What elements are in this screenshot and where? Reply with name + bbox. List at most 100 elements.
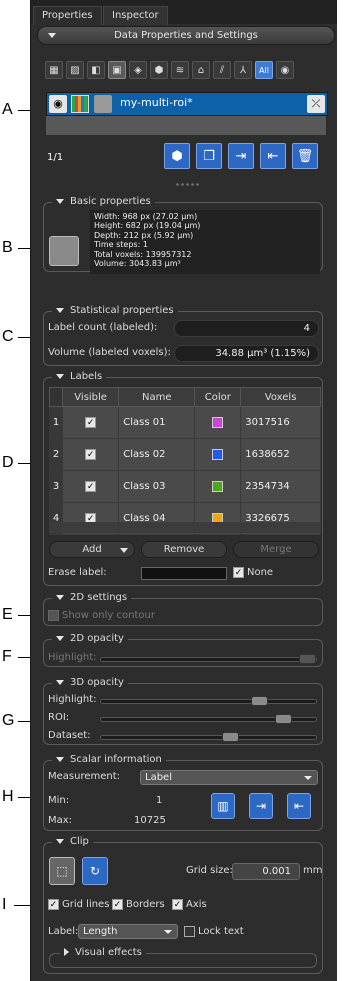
trash-icon[interactable]: 🗑 <box>292 143 318 169</box>
none-checkbox[interactable]: ✓ <box>233 567 244 578</box>
mesh-icon[interactable]: ⬢ <box>150 61 168 79</box>
measurement-dropdown[interactable]: Label <box>140 770 318 785</box>
opacity-3d-highlight-label: Highlight: <box>48 694 97 705</box>
merge-button[interactable]: Merge <box>233 541 319 558</box>
axis-checkbox[interactable]: ✓ <box>172 899 183 910</box>
opacity-3d-title[interactable]: 3D opacity <box>52 677 128 688</box>
visible-checkbox[interactable]: ✓ <box>85 448 97 460</box>
collapse-arrow-icon <box>56 307 64 313</box>
tab-inspector[interactable]: Inspector <box>103 6 168 25</box>
visual-effects-group: Visual effects <box>49 947 317 968</box>
unlink-icon[interactable]: ⤫ <box>307 95 325 113</box>
visual-effects-title[interactable]: Visual effects <box>60 947 146 958</box>
multi-roi-icon[interactable]: ▣ <box>108 61 126 79</box>
max-value: 10725 <box>134 815 166 826</box>
opacity-3d-highlight-slider[interactable] <box>100 696 317 706</box>
label-count-label: Label count (labeled): <box>48 322 158 333</box>
erase-label-field[interactable] <box>141 567 227 580</box>
visible-checkbox[interactable]: ✓ <box>85 416 97 428</box>
statistical-properties-title[interactable]: Statistical properties <box>52 305 178 316</box>
show-only-contour-option: Show only contour <box>48 610 155 621</box>
tab-properties[interactable]: Properties <box>33 6 102 25</box>
slider-knob[interactable] <box>222 732 239 742</box>
remove-button[interactable]: Remove <box>141 541 227 558</box>
borders-checkbox[interactable]: ✓ <box>112 899 123 910</box>
row-number: 3 <box>49 470 63 503</box>
table-row[interactable]: 3 ✓ Class 03 2354734 <box>49 470 321 503</box>
section-header[interactable]: Data Properties and Settings <box>37 26 335 45</box>
axis-option: ✓ Axis <box>172 899 207 910</box>
opacity-2d-highlight-slider[interactable] <box>100 654 317 664</box>
import-icon[interactable]: ⇤ <box>260 143 286 169</box>
settings-2d-title[interactable]: 2D settings <box>52 592 132 603</box>
column-header-name[interactable]: Name <box>118 387 196 407</box>
slider-knob[interactable] <box>275 714 292 724</box>
export-icon[interactable]: ⇥ <box>249 793 273 819</box>
opacity-3d-roi-slider[interactable] <box>100 714 317 724</box>
lines-icon[interactable]: ⫽ <box>213 61 231 79</box>
opacity-2d-highlight-label: Highlight: <box>48 652 97 663</box>
expand-arrow-icon <box>64 948 69 956</box>
name-cell[interactable]: Class 02 <box>118 438 196 471</box>
column-header-color[interactable]: Color <box>194 387 242 407</box>
clip-box-icon[interactable]: ⬚ <box>49 857 75 885</box>
import-icon[interactable]: ⇤ <box>287 793 311 819</box>
refresh-icon[interactable]: ↻ <box>82 857 108 885</box>
axis-label: Axis <box>186 899 207 910</box>
eye-icon[interactable]: ◉ <box>276 61 294 79</box>
visibility-eye-icon[interactable]: ◉ <box>49 95 67 113</box>
borders-option: ✓ Borders <box>112 899 165 910</box>
clip-title[interactable]: Clip <box>52 836 93 847</box>
visible-checkbox[interactable]: ✓ <box>85 480 97 492</box>
color-swatch[interactable] <box>212 416 224 428</box>
color-cell <box>194 406 242 439</box>
roi-list-empty-area[interactable] <box>46 116 326 135</box>
add-button[interactable]: Add <box>49 541 135 558</box>
label-colors-icon[interactable] <box>71 95 89 113</box>
lock-text-checkbox[interactable] <box>184 926 195 937</box>
opacity-2d-title[interactable]: 2D opacity <box>52 633 128 644</box>
callout-e: E <box>2 607 36 623</box>
table-row[interactable]: 1 ✓ Class 01 3017516 <box>49 406 321 439</box>
export-icon[interactable]: ⇥ <box>228 143 254 169</box>
callout-f: F <box>2 649 36 665</box>
callout-h: H <box>2 789 36 805</box>
opacity-3d-dataset-slider[interactable] <box>100 732 317 742</box>
filter-all-button[interactable]: All <box>255 61 273 79</box>
label-type-dropdown[interactable]: Length <box>78 924 178 939</box>
color-swatch[interactable] <box>212 480 224 492</box>
layers-icon[interactable]: ≋ <box>171 61 189 79</box>
diamond-icon[interactable]: ◈ <box>129 61 147 79</box>
table-icon[interactable]: ▦ <box>45 61 63 79</box>
show-only-contour-checkbox[interactable] <box>48 610 59 621</box>
name-cell[interactable]: Class 03 <box>118 470 196 503</box>
scalar-information-title[interactable]: Scalar information <box>52 754 166 765</box>
copy-icon[interactable]: ❐ <box>196 143 222 169</box>
name-cell[interactable]: Class 01 <box>118 406 196 439</box>
grid-size-input[interactable]: 0.001 <box>232 863 300 880</box>
graph-icon[interactable]: ⌂ <box>192 61 210 79</box>
roi-list-item[interactable]: ◉ my-multi-roi* ⤫ <box>46 92 328 116</box>
grid-lines-checkbox[interactable]: ✓ <box>48 899 59 910</box>
column-header-visible[interactable]: Visible <box>61 387 120 407</box>
column-header-voxels[interactable]: Voxels <box>240 387 321 407</box>
histogram-icon[interactable]: ▥ <box>211 793 235 819</box>
cube-icon[interactable]: ⬢ <box>164 143 190 169</box>
none-label: None <box>247 567 274 578</box>
slider-knob[interactable] <box>251 696 268 706</box>
chevron-down-icon <box>120 548 128 553</box>
lock-text-label: Lock text <box>198 926 244 937</box>
labels-title[interactable]: Labels <box>52 371 107 382</box>
no-data-icon[interactable]: ▨ <box>66 61 84 79</box>
table-corner <box>49 387 63 407</box>
slider-knob[interactable] <box>299 654 316 664</box>
basic-properties-title[interactable]: Basic properties <box>52 196 155 207</box>
color-swatch[interactable] <box>212 448 224 460</box>
settings-2d-group: 2D settings Show only contour <box>43 592 323 626</box>
tree-icon[interactable]: ⅄ <box>234 61 252 79</box>
properties-panel: Properties Inspector Data Properties and… <box>30 0 337 981</box>
square-icon[interactable]: ◧ <box>87 61 105 79</box>
table-row[interactable]: 2 ✓ Class 02 1638652 <box>49 438 321 471</box>
callout-d: D <box>2 455 36 471</box>
splitter-handle[interactable] <box>175 182 199 187</box>
